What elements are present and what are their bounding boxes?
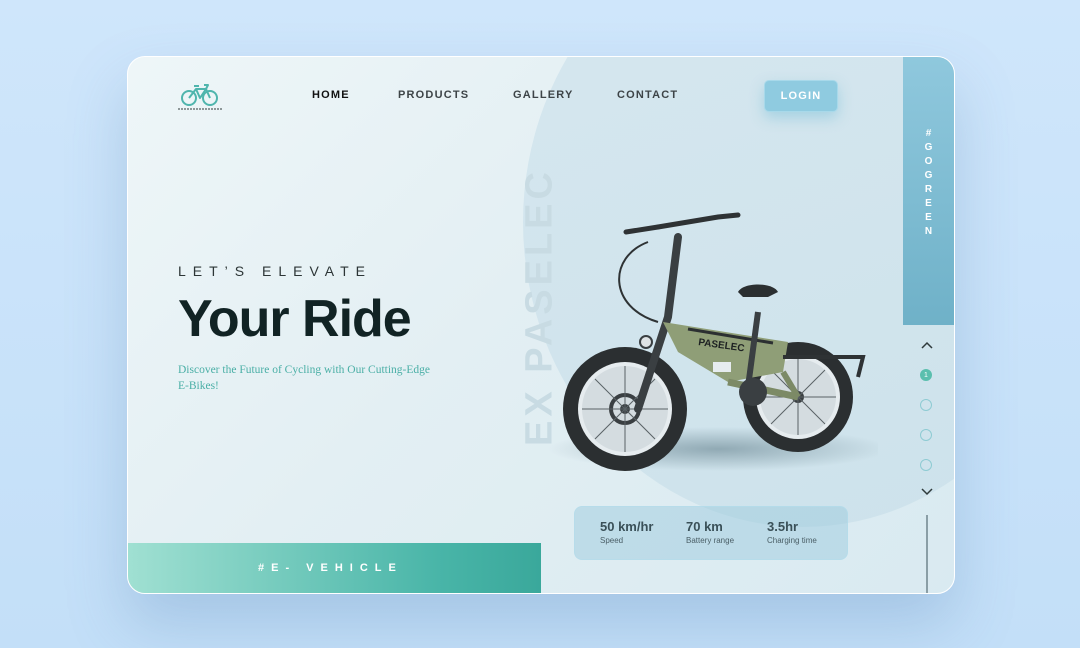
- hero-card: HOME PRODUCTS GALLERY CONTACT LOGIN # G O G…: [127, 56, 955, 594]
- stat-label: Speed: [600, 536, 624, 545]
- chevron-down-icon[interactable]: [921, 485, 933, 497]
- logo[interactable]: [178, 81, 222, 111]
- stat-speed: 50 km/hr Speed: [600, 519, 653, 545]
- side-panel-text: # G O G R E E N: [924, 128, 933, 237]
- slide-pager: 1: [914, 340, 942, 593]
- scroll-line: [926, 515, 928, 593]
- nav-home[interactable]: HOME: [312, 89, 350, 101]
- pager-dot-4[interactable]: [920, 459, 932, 471]
- hero-subtext: Discover the Future of Cycling with Our …: [178, 364, 431, 392]
- bicycle-icon: [178, 84, 222, 110]
- stat-value: 70 km: [686, 519, 723, 534]
- stat-charging-time: 3.5hr Charging time: [767, 519, 817, 545]
- stats-panel: 50 km/hr Speed 70 km Battery range 3.5hr…: [574, 506, 848, 560]
- bottom-bar-text: #E- VEHICLE: [258, 562, 403, 574]
- stat-battery-range: 70 km Battery range: [686, 519, 734, 545]
- pager-dot-2[interactable]: [920, 399, 932, 411]
- nav-gallery[interactable]: GALLERY: [513, 89, 574, 101]
- bottom-bar: #E- VEHICLE: [128, 543, 541, 593]
- stat-label: Battery range: [686, 536, 735, 545]
- pager-dot-1[interactable]: 1: [920, 369, 932, 381]
- stat-value: 3.5hr: [767, 519, 799, 534]
- chevron-up-icon[interactable]: [921, 340, 933, 352]
- nav-contact[interactable]: CONTACT: [617, 89, 678, 101]
- stat-label: Charging time: [767, 536, 817, 545]
- stat-value: 50 km/hr: [600, 519, 654, 534]
- pager-dot-3[interactable]: [920, 429, 932, 441]
- nav-products[interactable]: PRODUCTS: [398, 89, 469, 101]
- ebike-image: PASELEC: [548, 212, 878, 471]
- hero-tagline: LET’S ELEVATE: [178, 263, 372, 279]
- front-wheel: [563, 347, 687, 471]
- side-panel: # G O G R E E N: [903, 57, 954, 325]
- login-button[interactable]: LOGIN: [764, 80, 838, 112]
- headlight: [639, 335, 653, 349]
- hero-headline: Your Ride: [178, 290, 412, 348]
